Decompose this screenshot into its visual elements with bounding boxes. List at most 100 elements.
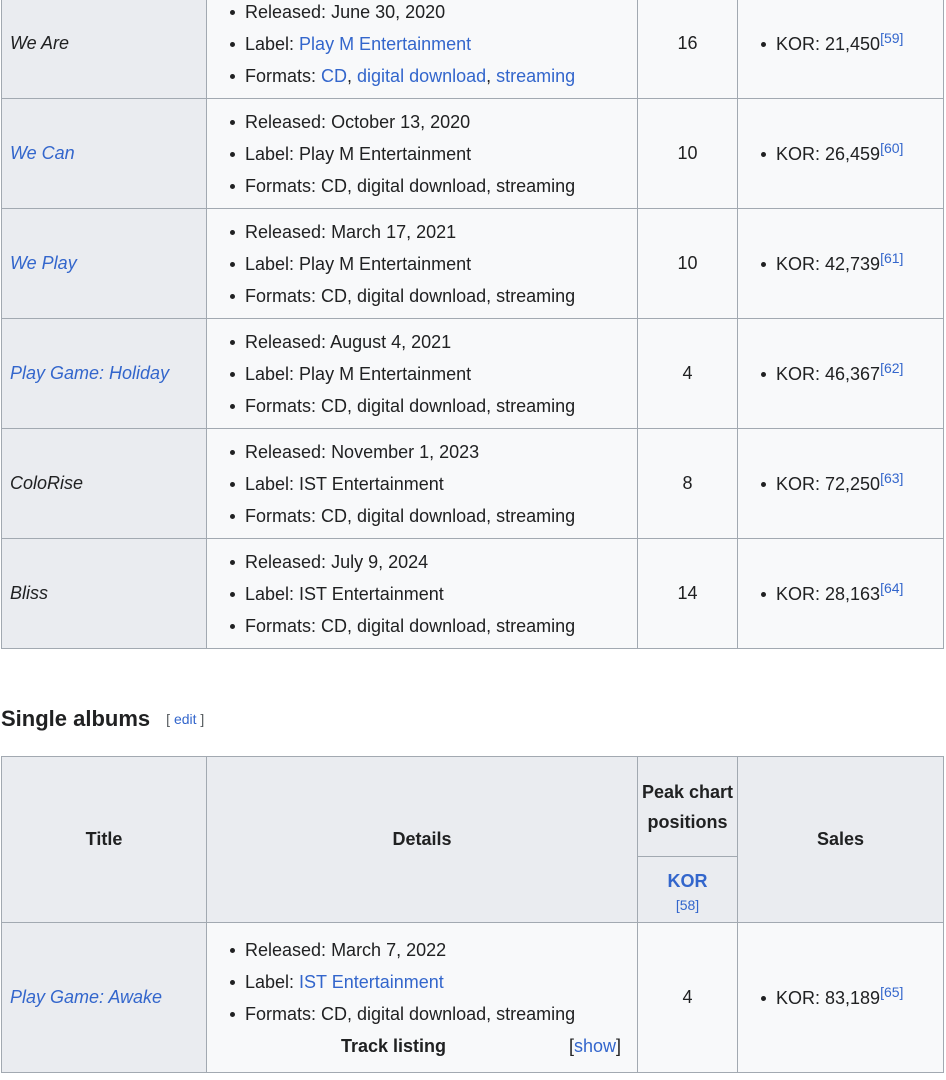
citation-link[interactable]: [60] [880,140,903,156]
sales-item: KOR: 72,250[63] [761,468,943,500]
released-label: Released: [245,939,332,960]
sales-value: KOR: 46,367 [776,363,881,384]
released-date: June 30, 2020 [331,1,446,22]
released-item: Released: July 9, 2024 [230,546,637,578]
show-button[interactable]: show [574,1036,616,1056]
table-row: We Can Released: October 13, 2020 Label: P… [1,98,944,209]
section-heading-single-albums: Single albums [ edit ] [1,704,204,734]
sales-list: KOR: 46,367[62] [738,358,943,390]
formats-item: Formats: CD, digital download, streaming [230,390,637,422]
released-label: Released: [245,331,331,352]
peak-position: 10 [637,208,738,319]
sales-item: KOR: 46,367[62] [761,358,943,390]
label-label: Label: [245,583,300,604]
record-label: Play M Entertainment [299,253,472,274]
album-title: ColoRise [10,473,84,493]
format-link[interactable]: digital download [357,66,486,86]
citation-link[interactable]: [65] [880,984,903,1000]
sales-list: KOR: 72,250[63] [738,468,943,500]
formats-label: Formats: [245,175,322,196]
formats-item: Formats: CD, digital download, streaming [230,60,637,92]
edit-link[interactable]: edit [174,711,197,727]
format-value: digital download [357,395,487,416]
details-list: Released: March 17, 2021 Label: Play M En… [207,216,637,312]
peak-position: 8 [637,428,738,539]
peak-position: 4 [637,922,738,1073]
formats-label: Formats: [245,1003,322,1024]
released-date: November 1, 2023 [331,441,480,462]
sales-item: KOR: 42,739[61] [761,248,943,280]
col-header-peak: Peak chart positions [637,756,738,857]
peak-position: 4 [637,318,738,429]
format-value: CD [321,615,348,636]
citation: [62] [880,360,903,376]
album-details-cell: Released: August 4, 2021 Label: Play M En… [206,318,638,429]
released-label: Released: [245,551,332,572]
table-row: We Are Released: June 30, 2020 Label: Play… [1,0,944,99]
peak-position: 10 [637,98,738,209]
citation-link[interactable]: [63] [880,470,903,486]
sales-cell: KOR: 46,367[62] [737,318,944,429]
album-title: We Are [10,33,70,53]
citation-link[interactable]: [64] [880,580,903,596]
sales-cell: KOR: 72,250[63] [737,428,944,539]
details-list: Released: November 1, 2023 Label: IST Ent… [207,436,637,532]
album-title-link[interactable]: We Play [10,253,77,273]
format-value: digital download [357,505,487,526]
label-item: Label: Play M Entertainment [230,358,637,390]
sales-list: KOR: 28,163[64] [738,578,943,610]
citation-link[interactable]: [61] [880,250,903,266]
peak-position: 14 [637,538,738,649]
released-date: October 13, 2020 [331,111,471,132]
citation: [63] [880,470,903,486]
album-title-cell: ColoRise [1,428,207,539]
album-details-cell: Released: July 9, 2024 Label: IST Enterta… [206,538,638,649]
label-label: Label: [245,363,300,384]
released-item: Released: August 4, 2021 [230,326,637,358]
record-label-link[interactable]: Play M Entertainment [299,34,471,54]
kor-link[interactable]: KOR [640,869,735,893]
format-link[interactable]: CD [321,66,347,86]
table-row: Bliss Released: July 9, 2024 Label: IST En… [1,538,944,649]
record-label-link[interactable]: IST Entertainment [299,972,444,992]
sales-cell: KOR: 83,189[65] [737,922,944,1073]
album-details-cell: Released: March 7, 2022 Label: IST Entert… [206,922,638,1073]
kor-ref-link[interactable]: [58] [640,893,735,917]
album-title-cell: We Can [1,98,207,209]
track-listing-title: Track listing [341,1035,447,1056]
format-value: CD [321,175,348,196]
format-value: CD [321,285,348,306]
format-value: CD [321,505,348,526]
record-label: Play M Entertainment [299,143,472,164]
album-title-link[interactable]: We Can [10,143,75,163]
citation-link[interactable]: [59] [880,30,903,46]
format-value: CD [321,395,348,416]
col-header-kor: KOR [58] [637,856,738,923]
formats-item: Formats: CD, digital download, streaming [230,170,637,202]
citation: [64] [880,580,903,596]
details-list: Released: March 7, 2022 Label: IST Entert… [207,934,637,1030]
table-row: We Play Released: March 17, 2021 Label: Pl… [1,208,944,319]
released-label: Released: [245,1,332,22]
released-item: Released: November 1, 2023 [230,436,637,468]
released-item: Released: March 17, 2021 [230,216,637,248]
label-label: Label: [245,971,300,992]
format-value: streaming [496,285,576,306]
format-link[interactable]: streaming [496,66,575,86]
album-title-link[interactable]: Play Game: Awake [10,987,162,1007]
sales-value: KOR: 42,739 [776,253,881,274]
record-label: IST Entertainment [299,473,444,494]
formats-value: CD, digital download, streaming [321,1003,576,1024]
sales-cell: KOR: 28,163[64] [737,538,944,649]
formats-item: Formats: CD, digital download, streaming [230,610,637,642]
citation-link[interactable]: [62] [880,360,903,376]
format-value: streaming [496,615,576,636]
table-row: Play Game: Awake Released: March 7, 2022 L… [1,922,944,1073]
sales-item: KOR: 28,163[64] [761,578,943,610]
sales-value: KOR: 72,250 [776,473,881,494]
format-value: digital download [357,175,487,196]
format-value: streaming [496,175,576,196]
sales-item: KOR: 21,450[59] [761,28,943,60]
album-title-cell: Bliss [1,538,207,649]
album-title-link[interactable]: Play Game: Holiday [10,363,169,383]
